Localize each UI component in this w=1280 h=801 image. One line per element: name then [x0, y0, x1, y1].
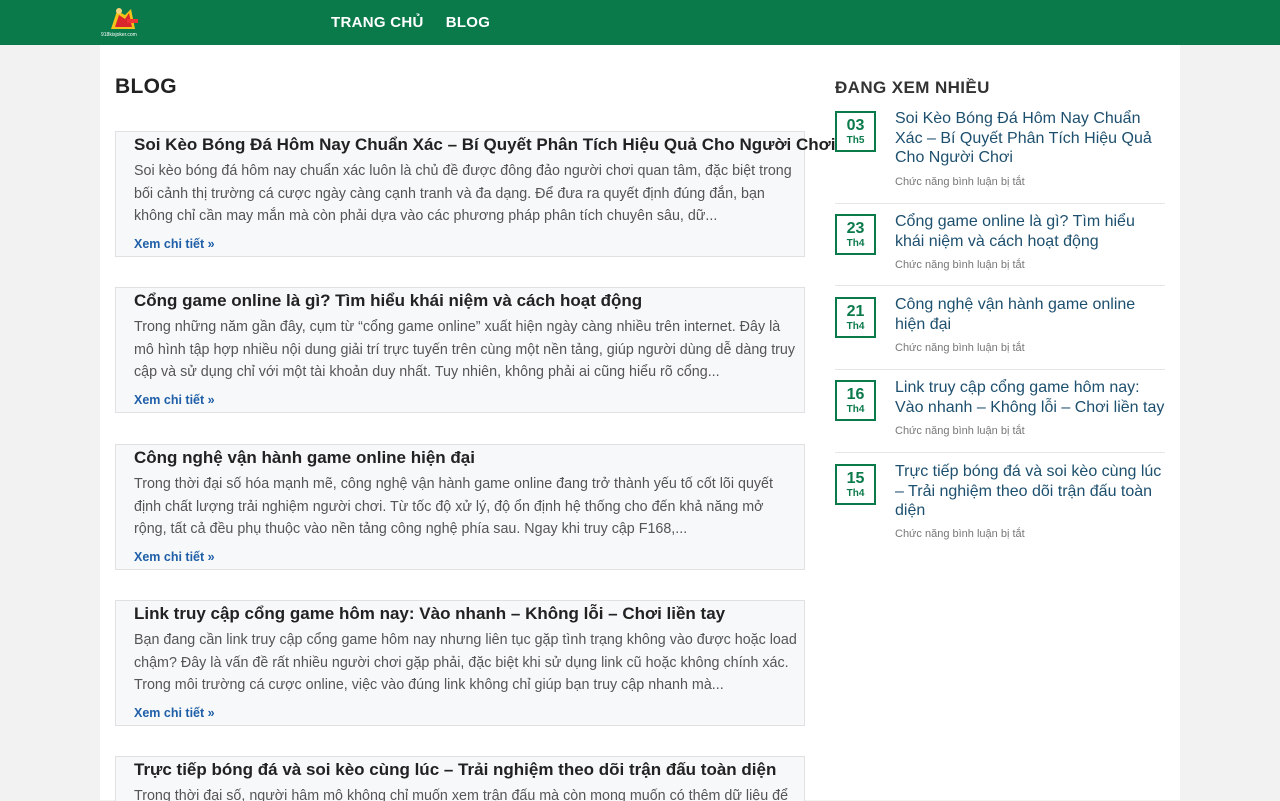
page-title: BLOG	[115, 75, 177, 98]
post-title[interactable]: Trực tiếp bóng đá và soi kèo cùng lúc – …	[134, 760, 776, 780]
comments-status: Chức năng bình luận bị tắt	[895, 176, 1025, 188]
post-title[interactable]: Công nghệ vận hành game online hiện đại	[134, 448, 475, 468]
read-more-link[interactable]: Xem chi tiết »	[134, 550, 215, 564]
comments-status: Chức năng bình luận bị tắt	[895, 342, 1025, 354]
date-day: 16	[846, 386, 865, 403]
read-more-link[interactable]: Xem chi tiết »	[134, 393, 215, 407]
date-day: 21	[846, 303, 865, 320]
post-title[interactable]: Link truy cập cổng game hôm nay: Vào nha…	[134, 604, 725, 624]
popular-post-title[interactable]: Link truy cập cổng game hôm nay: Vào nha…	[895, 378, 1167, 417]
comments-status: Chức năng bình luận bị tắt	[895, 259, 1025, 271]
nav-item-home[interactable]: TRANG CHỦ	[331, 0, 424, 45]
sidebar-title: ĐANG XEM NHIỀU	[835, 78, 990, 97]
content-area: BLOG Soi Kèo Bóng Đá Hôm Nay Chuẩn Xác –…	[100, 45, 1180, 801]
date-month: Th4	[846, 488, 865, 499]
popular-post-title[interactable]: Cổng game online là gì? Tìm hiểu khái ni…	[895, 212, 1167, 251]
date-day: 15	[846, 470, 865, 487]
post-card: Trực tiếp bóng đá và soi kèo cùng lúc – …	[115, 756, 805, 801]
post-card: Công nghệ vận hành game online hiện đại …	[115, 444, 805, 570]
post-excerpt: Trong thời đại số hóa mạnh mẽ, công nghệ…	[134, 476, 773, 537]
logo-icon	[111, 8, 138, 29]
date-badge: 16 Th4	[835, 380, 876, 421]
main-nav: TRANG CHỦ BLOG	[331, 0, 512, 45]
comments-status: Chức năng bình luận bị tắt	[895, 425, 1025, 437]
popular-post-title[interactable]: Công nghệ vận hành game online hiện đại	[895, 295, 1167, 334]
comments-status: Chức năng bình luận bị tắt	[895, 528, 1025, 540]
date-month: Th4	[846, 404, 865, 415]
post-title[interactable]: Soi Kèo Bóng Đá Hôm Nay Chuẩn Xác – Bí Q…	[134, 135, 835, 155]
nav-item-blog[interactable]: BLOG	[446, 0, 491, 45]
read-more-link[interactable]: Xem chi tiết »	[134, 706, 215, 720]
popular-post-item: 23 Th4 Cổng game online là gì? Tìm hiểu …	[835, 212, 1167, 286]
popular-post-item: 03 Th5 Soi Kèo Bóng Đá Hôm Nay Chuẩn Xác…	[835, 109, 1167, 204]
post-card: Link truy cập cổng game hôm nay: Vào nha…	[115, 600, 805, 726]
date-day: 03	[846, 117, 865, 134]
date-month: Th4	[846, 238, 865, 249]
post-card: Soi Kèo Bóng Đá Hôm Nay Chuẩn Xác – Bí Q…	[115, 131, 835, 257]
date-month: Th4	[846, 321, 865, 332]
popular-post-title[interactable]: Soi Kèo Bóng Đá Hôm Nay Chuẩn Xác – Bí Q…	[895, 109, 1167, 168]
logo-text: 918kisjoker.com	[101, 32, 137, 38]
post-excerpt: Soi kèo bóng đá hôm nay chuẩn xác luôn l…	[134, 163, 792, 224]
date-month: Th5	[846, 135, 865, 146]
date-day: 23	[846, 220, 865, 237]
popular-post-item: 15 Th4 Trực tiếp bóng đá và soi kèo cùng…	[835, 462, 1167, 546]
post-card: Cổng game online là gì? Tìm hiểu khái ni…	[115, 287, 805, 413]
date-badge: 03 Th5	[835, 111, 876, 152]
top-navigation-bar: 918kisjoker.com TRANG CHỦ BLOG	[0, 0, 1280, 45]
popular-post-title[interactable]: Trực tiếp bóng đá và soi kèo cùng lúc – …	[895, 462, 1167, 521]
date-badge: 21 Th4	[835, 297, 876, 338]
read-more-link[interactable]: Xem chi tiết »	[134, 237, 215, 251]
popular-post-item: 21 Th4 Công nghệ vận hành game online hi…	[835, 295, 1167, 370]
popular-post-item: 16 Th4 Link truy cập cổng game hôm nay: …	[835, 378, 1167, 453]
post-excerpt: Trong thời đại số, người hâm mộ không ch…	[134, 788, 789, 801]
post-excerpt: Bạn đang cần link truy cập cổng game hôm…	[134, 632, 797, 693]
date-badge: 15 Th4	[835, 464, 876, 505]
post-title[interactable]: Cổng game online là gì? Tìm hiểu khái ni…	[134, 291, 642, 311]
site-logo[interactable]: 918kisjoker.com	[101, 5, 147, 39]
date-badge: 23 Th4	[835, 214, 876, 255]
post-excerpt: Trong những năm gần đây, cụm từ “cổng ga…	[134, 319, 796, 380]
